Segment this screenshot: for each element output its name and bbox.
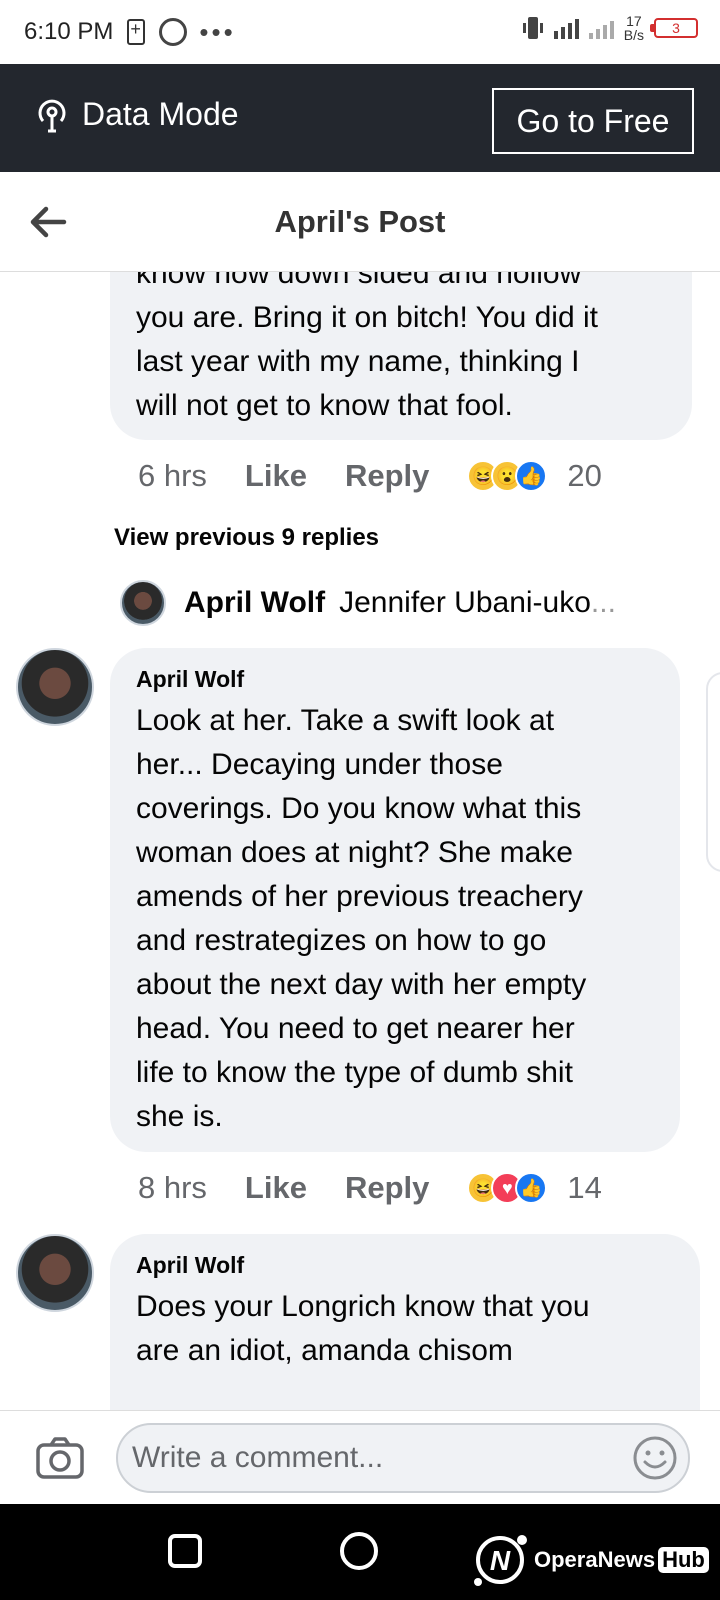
recents-button[interactable] bbox=[168, 1534, 202, 1568]
data-mode-indicator[interactable]: Data Mode bbox=[34, 96, 239, 133]
signal-icon-2 bbox=[588, 17, 614, 39]
network-rate-unit: B/s bbox=[623, 27, 644, 43]
comment-bubble[interactable]: April Wolf Does your Longrich know that … bbox=[110, 1234, 700, 1410]
status-right-cluster: 17 B/s 3 bbox=[522, 14, 698, 42]
camera-icon[interactable] bbox=[36, 1437, 84, 1479]
comment-line: know how down sided and hollow bbox=[136, 272, 582, 290]
comment-line: life to know the type of dumb shit bbox=[136, 1056, 573, 1089]
system-nav-bar: N OperaNews Hub bbox=[0, 1504, 720, 1600]
status-time: 6:10 PM bbox=[24, 18, 114, 45]
reactions-summary[interactable]: 😆 ♥ 👍 bbox=[467, 1172, 548, 1204]
comment-line: she is. bbox=[136, 1100, 223, 1133]
go-to-free-button[interactable]: Go to Free bbox=[492, 88, 694, 154]
data-mode-bar: Data Mode Go to Free bbox=[0, 64, 720, 172]
side-card-edge bbox=[706, 672, 720, 872]
avatar[interactable] bbox=[16, 648, 94, 726]
post-header: April's Post bbox=[0, 172, 720, 272]
comment-author[interactable]: April Wolf bbox=[136, 1252, 674, 1279]
reply-button[interactable]: Reply bbox=[345, 458, 429, 494]
comment-line: will not get to know that fool. bbox=[136, 389, 513, 422]
comment-line: are an idiot, amanda chisom bbox=[136, 1334, 513, 1367]
comments-feed[interactable]: know how down sided and hollow you are. … bbox=[0, 272, 720, 1410]
reaction-count: 20 bbox=[567, 458, 602, 493]
emoji-icon[interactable] bbox=[632, 1435, 678, 1481]
reply-button[interactable]: Reply bbox=[345, 1170, 429, 1206]
comment-line: and restrategizes on how to go bbox=[136, 924, 547, 957]
comment-time: 8 hrs bbox=[138, 1170, 207, 1205]
svg-text:N: N bbox=[490, 1545, 511, 1576]
operanews-logo-icon: N bbox=[474, 1535, 527, 1586]
reactions-summary[interactable]: 😆 😮 👍 bbox=[467, 460, 548, 492]
view-previous-replies-link[interactable]: View previous 9 replies bbox=[114, 524, 379, 552]
comment-line: you are. Bring it on bitch! You did it bbox=[136, 301, 598, 334]
comment-meta: 8 hrs Like Reply 😆 ♥ 👍 14 bbox=[138, 1170, 602, 1206]
battery-icon: 3 bbox=[650, 18, 698, 38]
comment-time: 6 hrs bbox=[138, 458, 207, 493]
reply-ellipsis: ... bbox=[590, 586, 616, 619]
reply-preview[interactable]: April Wolf Jennifer Ubani-uko ... bbox=[120, 580, 616, 626]
like-button[interactable]: Like bbox=[245, 1170, 307, 1206]
comment-text: Does your Longrich know that you are an … bbox=[136, 1285, 674, 1373]
comment-line: woman does at night? She make bbox=[136, 836, 573, 869]
network-rate: 17 B/s bbox=[624, 14, 644, 42]
comment-line: coverings. Do you know what this bbox=[136, 792, 582, 825]
app-screen: 6:10 PM ••• 17 B/s 3 bbox=[0, 0, 720, 1600]
broadcast-icon bbox=[38, 99, 66, 132]
network-rate-value: 17 bbox=[626, 13, 642, 29]
watermark: N OperaNews Hub bbox=[470, 1530, 709, 1590]
comment-input[interactable] bbox=[116, 1423, 690, 1493]
reaction-count: 14 bbox=[567, 1170, 602, 1205]
swirl-app-icon bbox=[159, 18, 188, 46]
watermark-text: OperaNews bbox=[534, 1547, 656, 1572]
comment-composer bbox=[0, 1410, 720, 1504]
comment-meta: 6 hrs Like Reply 😆 😮 👍 20 bbox=[138, 458, 602, 494]
data-mode-label: Data Mode bbox=[82, 96, 239, 132]
more-dots-icon: ••• bbox=[199, 16, 236, 47]
comment-text: know how down sided and hollow you are. … bbox=[136, 272, 666, 428]
page-title: April's Post bbox=[274, 204, 446, 239]
comment-text: Look at her. Take a swift look at her...… bbox=[136, 699, 654, 1139]
status-bar: 6:10 PM ••• 17 B/s 3 bbox=[0, 0, 720, 64]
comment-line: about the next day with her empty bbox=[136, 968, 587, 1001]
like-reaction-icon: 👍 bbox=[515, 460, 548, 492]
comment-line: her... Decaying under those bbox=[136, 748, 503, 781]
like-reaction-icon: 👍 bbox=[515, 1172, 548, 1204]
signal-icon bbox=[553, 17, 579, 39]
home-button[interactable] bbox=[340, 1532, 378, 1570]
comment-line: last year with my name, thinking I bbox=[136, 345, 580, 378]
avatar[interactable] bbox=[16, 1234, 94, 1312]
battery-level: 3 bbox=[672, 20, 680, 36]
avatar bbox=[120, 580, 166, 626]
comment-bubble[interactable]: know how down sided and hollow you are. … bbox=[110, 272, 692, 440]
reply-snippet: Jennifer Ubani-uko bbox=[339, 586, 591, 619]
watermark-badge: Hub bbox=[658, 1547, 709, 1573]
comment-line: Does your Longrich know that you bbox=[136, 1290, 590, 1323]
comment-bubble[interactable]: April Wolf Look at her. Take a swift loo… bbox=[110, 648, 680, 1152]
comment-line: amends of her previous treachery bbox=[136, 880, 583, 913]
reply-author: April Wolf bbox=[184, 586, 326, 619]
vibrate-icon bbox=[522, 17, 543, 39]
comment-line: head. You need to get nearer her bbox=[136, 1012, 575, 1045]
battery-saver-icon bbox=[127, 19, 146, 45]
like-button[interactable]: Like bbox=[245, 458, 307, 494]
comment-line: Look at her. Take a swift look at bbox=[136, 704, 555, 737]
comment-author[interactable]: April Wolf bbox=[136, 666, 654, 693]
